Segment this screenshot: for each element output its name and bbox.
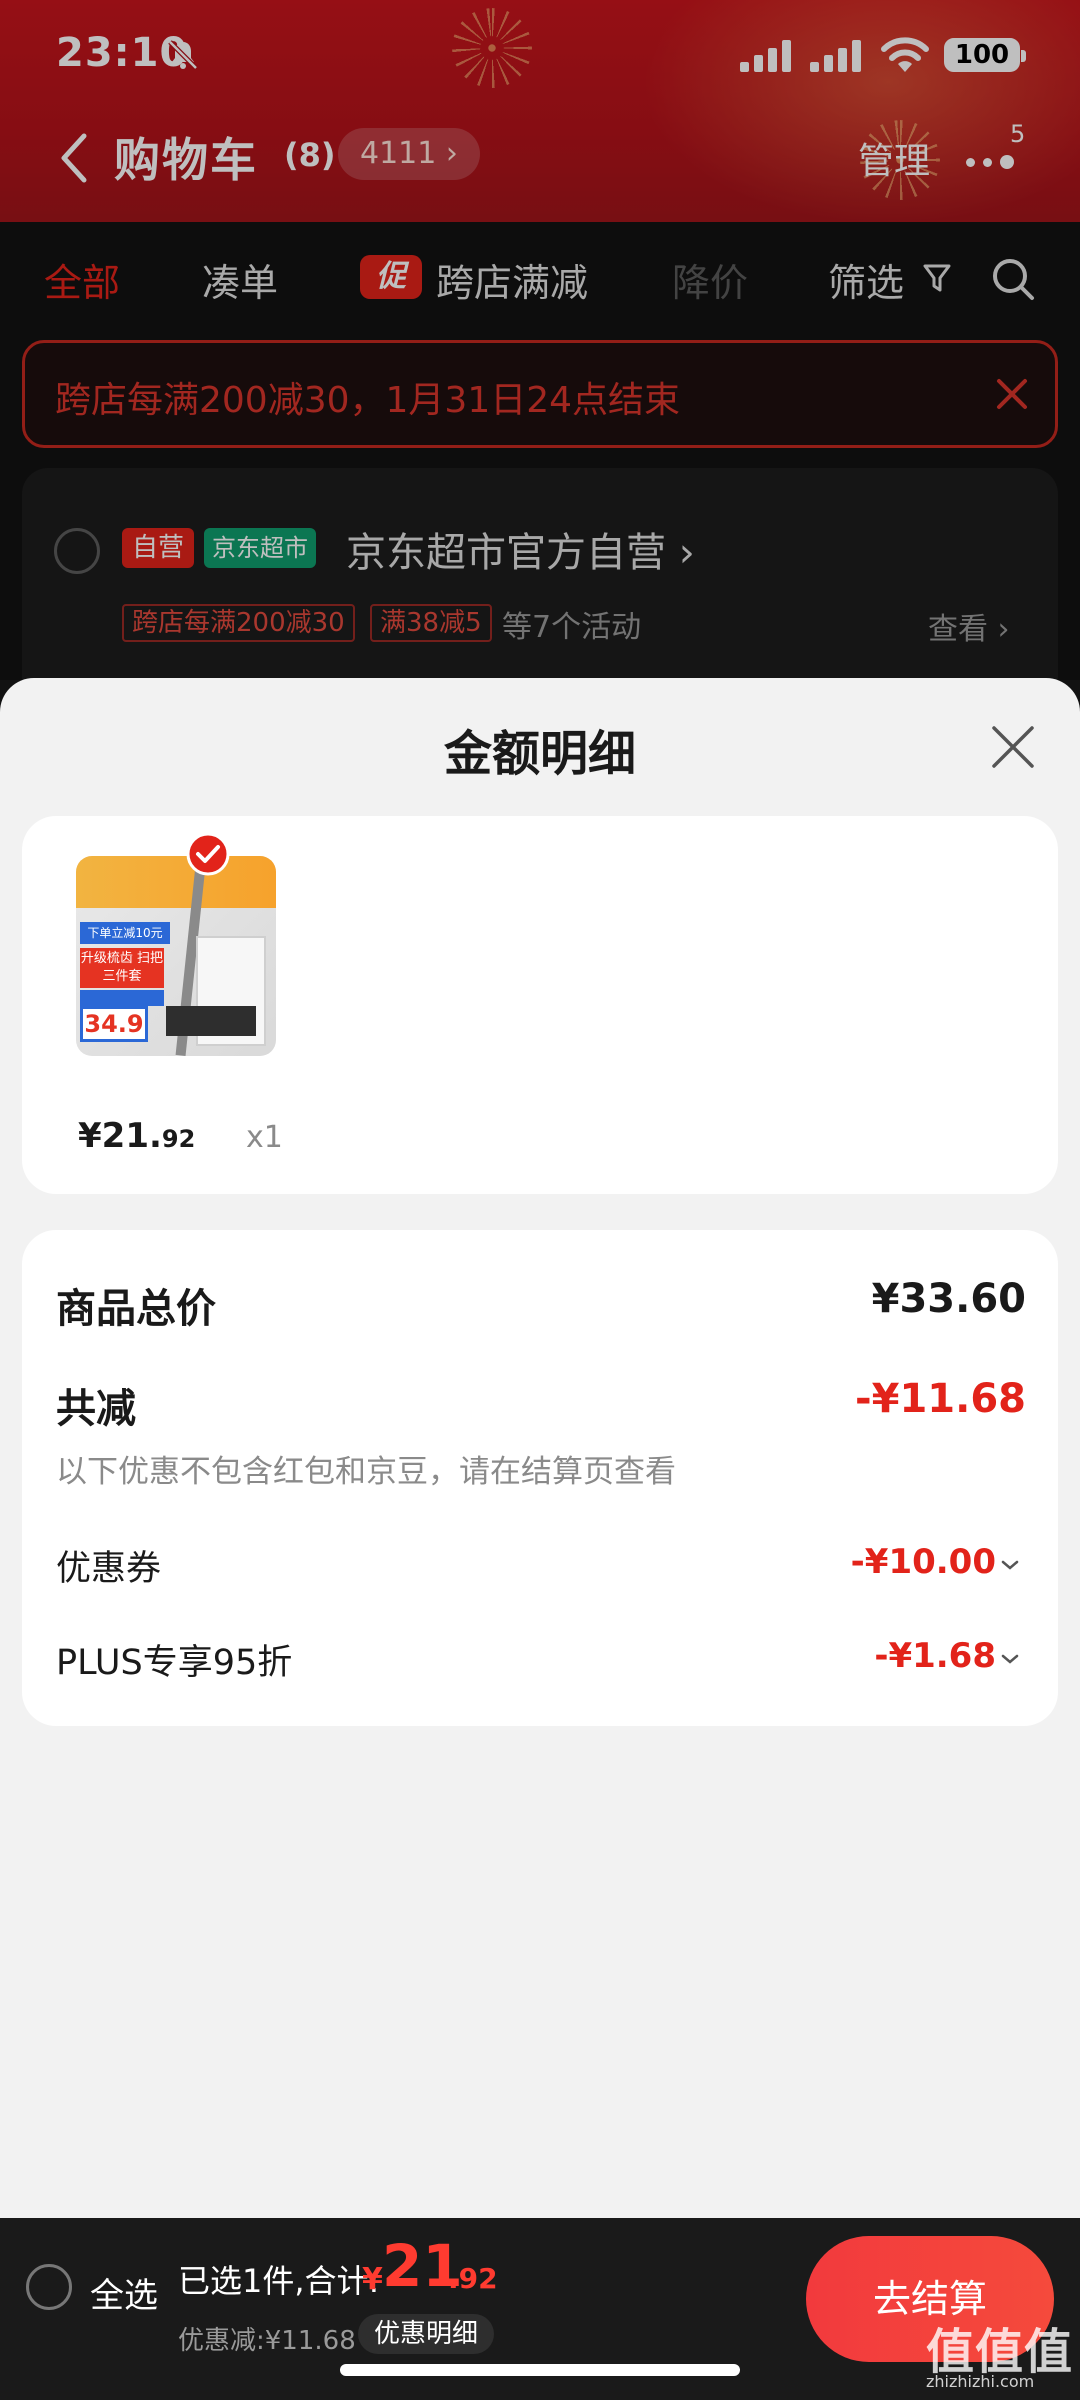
checked-icon[interactable] — [186, 832, 230, 876]
total-amount-decimal: .92 — [448, 2262, 498, 2295]
plus-discount-label: PLUS专享95折 — [56, 1643, 293, 1683]
select-all-radio[interactable] — [26, 2264, 72, 2310]
watermark-url: zhizhizhi.com — [926, 2372, 1035, 2391]
total-currency: ¥ — [362, 2262, 383, 2297]
close-icon[interactable] — [990, 724, 1036, 770]
item-price-decimal: 92 — [161, 1125, 196, 1153]
reduce-note: 以下优惠不包含红包和京豆，请在结算页查看 — [56, 1454, 676, 1490]
item-list-card: 下单立减10元 升级梳齿 扫把三件套 34.9 ¥21.92 x1 — [22, 816, 1058, 1194]
item-price-main: ¥21. — [78, 1116, 162, 1156]
product-image-header — [76, 856, 276, 908]
discount-detail-button[interactable]: 优惠明细 — [358, 2314, 495, 2354]
price-summary-card: 商品总价 ¥33.60 共减 -¥11.68 以下优惠不包含红包和京豆，请在结算… — [22, 1230, 1058, 1726]
total-price-value: ¥33.60 — [871, 1276, 1026, 1322]
product-image-strip — [80, 990, 164, 1006]
product-image-bristle — [166, 1006, 256, 1036]
product-image-badge: 下单立减10元 — [80, 922, 170, 944]
total-price-label: 商品总价 — [56, 1286, 216, 1332]
total-reduce-label: 共减 — [56, 1386, 136, 1432]
home-indicator[interactable] — [340, 2364, 740, 2376]
dim-overlay[interactable] — [0, 0, 1080, 680]
chevron-down-icon[interactable] — [1000, 1558, 1020, 1572]
selected-summary: 已选1件,合计: — [178, 2262, 380, 2300]
chevron-down-icon[interactable] — [1000, 1652, 1020, 1666]
sheet-title: 金额明细 — [443, 726, 636, 782]
coupon-value[interactable]: -¥10.00 — [851, 1542, 996, 1582]
discount-summary: 优惠减:¥11.68 — [178, 2326, 356, 2356]
coupon-label: 优惠券 — [56, 1549, 162, 1589]
product-image[interactable]: 下单立减10元 升级梳齿 扫把三件套 34.9 — [76, 856, 276, 1056]
select-all-label[interactable]: 全选 — [90, 2268, 158, 2317]
plus-discount-value[interactable]: -¥1.68 — [874, 1636, 996, 1676]
product-image-price: 34.9 — [80, 1006, 148, 1042]
amount-detail-sheet: 金额明细 下单立减10元 升级梳齿 扫把三件套 34.9 ¥21.92 x1 商… — [0, 678, 1080, 2218]
total-reduce-value: -¥11.68 — [855, 1376, 1026, 1422]
product-image-label: 升级梳齿 扫把三件套 — [80, 948, 164, 988]
item-price: ¥21.92 — [78, 1116, 195, 1156]
item-quantity: x1 — [246, 1120, 283, 1155]
